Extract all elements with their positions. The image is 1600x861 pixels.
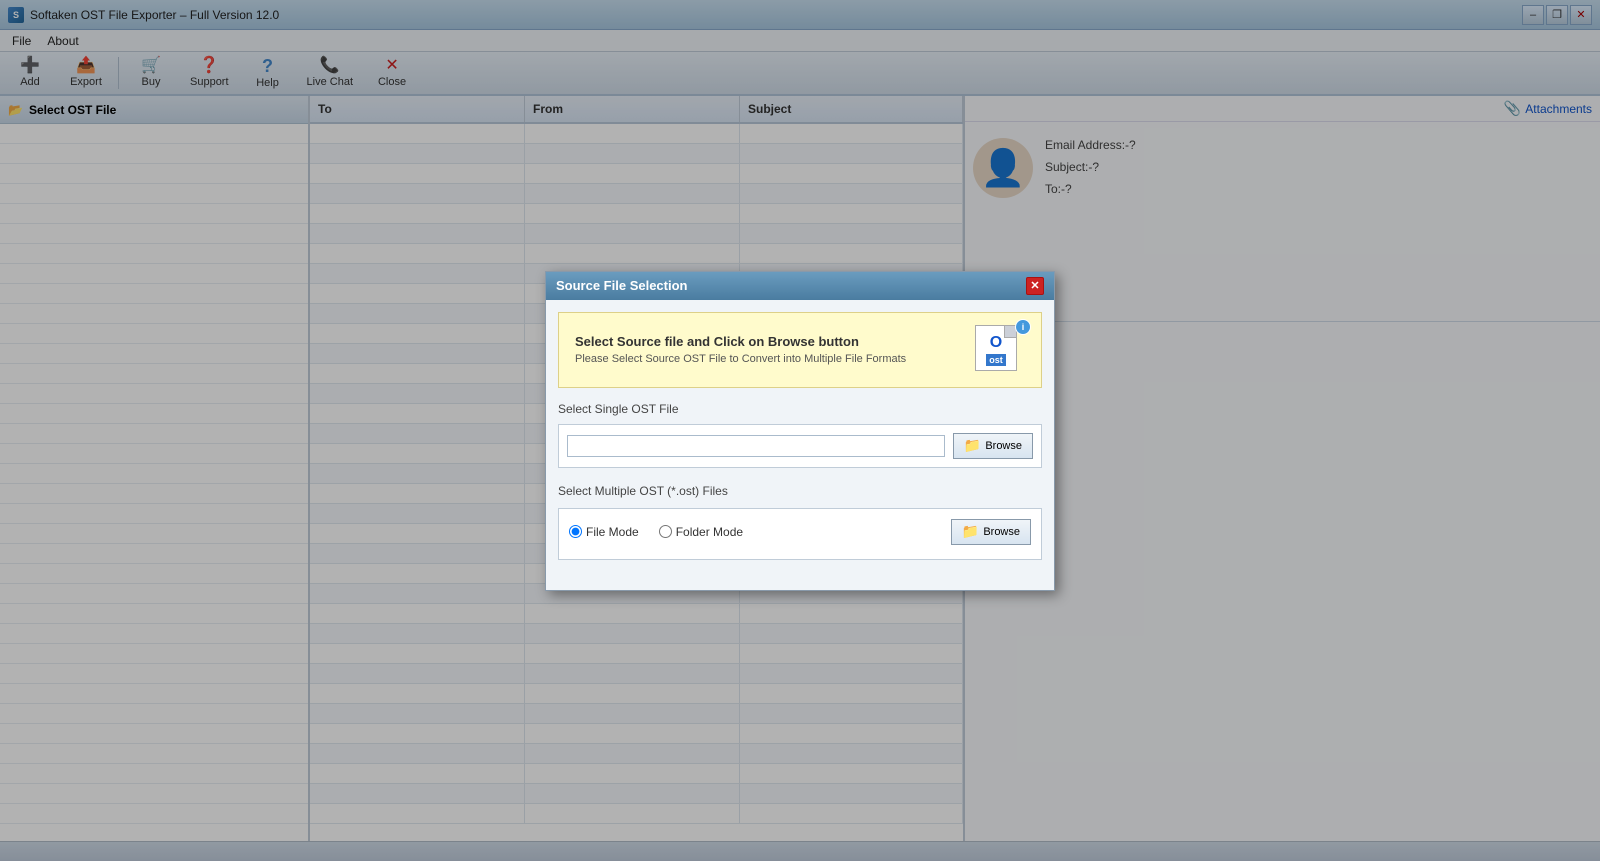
folder-mode-label: Folder Mode xyxy=(676,525,743,539)
outlook-letter: O xyxy=(990,334,1002,352)
multi-browse-button[interactable]: 📁 Browse xyxy=(951,519,1031,545)
multi-section-content: File Mode Folder Mode 📁 Browse xyxy=(569,519,1031,545)
dialog-close-button[interactable]: ✕ xyxy=(1026,277,1044,295)
radio-row: File Mode Folder Mode xyxy=(569,525,743,539)
file-mode-option[interactable]: File Mode xyxy=(569,525,639,539)
multi-section-label: Select Multiple OST (*.ost) Files xyxy=(558,484,1042,498)
multi-section-wrapper: File Mode Folder Mode 📁 Browse xyxy=(558,508,1042,560)
ost-icon-area: O ost i xyxy=(975,325,1025,375)
multi-browse-folder-icon: 📁 xyxy=(962,523,979,540)
dialog-title: Source File Selection xyxy=(556,278,688,293)
dialog-info-box: Select Source file and Click on Browse b… xyxy=(558,312,1042,388)
folder-mode-radio[interactable] xyxy=(659,525,672,538)
single-browse-folder-icon: 📁 xyxy=(964,437,981,454)
ost-badge: i xyxy=(1015,319,1031,335)
modal-overlay: Source File Selection ✕ Select Source fi… xyxy=(0,0,1600,861)
file-mode-radio[interactable] xyxy=(569,525,582,538)
dialog-title-bar: Source File Selection ✕ xyxy=(546,272,1054,300)
single-section-label: Select Single OST File xyxy=(558,402,1042,416)
dialog: Source File Selection ✕ Select Source fi… xyxy=(545,271,1055,591)
single-browse-label: Browse xyxy=(985,440,1022,452)
folder-mode-option[interactable]: Folder Mode xyxy=(659,525,743,539)
single-browse-row: 📁 Browse xyxy=(558,424,1042,468)
dialog-info-title: Select Source file and Click on Browse b… xyxy=(575,334,975,349)
single-browse-button[interactable]: 📁 Browse xyxy=(953,433,1033,459)
file-mode-label: File Mode xyxy=(586,525,639,539)
dialog-info-subtitle: Please Select Source OST File to Convert… xyxy=(575,353,975,365)
single-file-input[interactable] xyxy=(567,435,945,457)
multi-browse-label: Browse xyxy=(983,526,1020,538)
dialog-info-text: Select Source file and Click on Browse b… xyxy=(575,334,975,365)
ost-label: ost xyxy=(986,354,1006,366)
ost-file-icon: O ost xyxy=(975,325,1017,371)
single-ost-section: Select Single OST File 📁 Browse xyxy=(558,402,1042,468)
dialog-body: Select Source file and Click on Browse b… xyxy=(546,300,1054,572)
multi-ost-section: Select Multiple OST (*.ost) Files File M… xyxy=(558,484,1042,560)
